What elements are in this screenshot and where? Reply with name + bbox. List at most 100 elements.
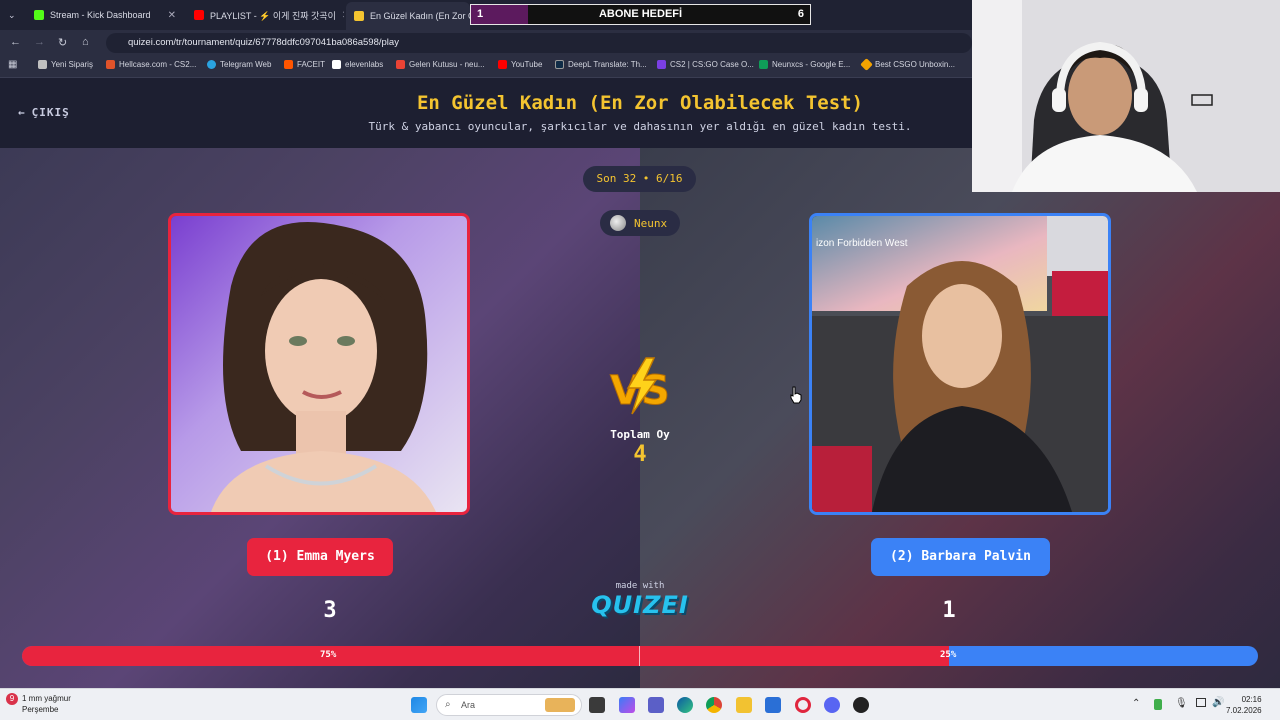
bookmark[interactable]: elevenlabs — [332, 60, 383, 69]
webcam-overlay — [972, 0, 1280, 192]
sheets-icon — [759, 60, 768, 69]
start-icon[interactable] — [411, 697, 427, 713]
gmail-icon — [396, 60, 405, 69]
faceit-icon — [284, 60, 293, 69]
host-name: Neunx — [634, 216, 668, 230]
bookmark[interactable]: Neunxcs - Google E... — [759, 60, 850, 69]
bookmark-label: Gelen Kutusu - neu... — [409, 60, 485, 69]
close-icon[interactable]: ✕ — [342, 10, 344, 21]
bookmark[interactable]: Best CSGO Unboxin... — [860, 58, 956, 71]
display-icon[interactable] — [1196, 698, 1206, 707]
emma-myers-photo — [171, 216, 467, 512]
search-placeholder: Ara — [461, 700, 476, 710]
forward-arrow-icon[interactable]: → — [34, 36, 45, 48]
bookmark-label: DeepL Translate: Th... — [568, 60, 647, 69]
tab-kick[interactable]: Stream - Kick Dashboard ✕ — [26, 4, 184, 26]
vote-ratio-bar: 75% 25% — [22, 646, 1258, 666]
bookmark-label: CS2 | CS:GO Case O... — [670, 60, 754, 69]
bookmark[interactable]: CS2 | CS:GO Case O... — [657, 60, 754, 69]
vote-left-button[interactable]: (1) Emma Myers — [247, 538, 393, 576]
tab-youtube[interactable]: PLAYLIST - ⚡ 이게 진짜 갓곡이 ✕ — [186, 4, 344, 26]
bookmark[interactable]: FACEIT — [284, 60, 325, 69]
telegram-icon — [207, 60, 216, 69]
clock-time: 02:16 — [1241, 695, 1262, 704]
bookmark[interactable]: Gelen Kutusu - neu... — [396, 60, 485, 69]
quizei-icon — [354, 11, 364, 21]
tab-label: Stream - Kick Dashboard — [50, 10, 151, 20]
bookmark-label: FACEIT — [297, 60, 326, 69]
candidate-right-image[interactable]: izon Forbidden West — [809, 213, 1111, 515]
bookmark-icon — [106, 60, 115, 69]
discord-icon[interactable] — [824, 697, 840, 713]
bookmark-icon — [38, 60, 47, 69]
chevron-up-icon[interactable]: ⌃ — [1132, 698, 1140, 709]
subscriber-goal-overlay: 1 ABONE HEDEFİ 6 — [470, 4, 811, 25]
reload-icon[interactable]: ↻ — [58, 36, 67, 49]
tab-label: PLAYLIST - ⚡ 이게 진짜 갓곡이 — [210, 10, 336, 21]
volume-icon[interactable]: 🔊 — [1212, 697, 1224, 708]
bookmark[interactable]: YouTube — [498, 60, 542, 69]
goal-label: ABONE HEDEFİ — [598, 8, 683, 20]
deepl-icon — [555, 60, 564, 69]
left-ratio-fill — [22, 646, 949, 666]
edge-icon[interactable] — [677, 697, 693, 713]
streamer-camera — [972, 0, 1280, 192]
weather-day: Perşembe — [22, 705, 59, 714]
bookmark[interactable]: Hellcase.com - CS2... — [106, 60, 196, 69]
tab-quizei[interactable]: En Güzel Kadın (En Zor Olabil — [346, 2, 470, 30]
elevenlabs-icon — [332, 60, 341, 69]
bookmark-label: YouTube — [511, 60, 543, 69]
total-votes-label: Toplam Oy — [610, 428, 670, 441]
vote-right-button[interactable]: (2) Barbara Palvin — [871, 538, 1050, 576]
teams-icon[interactable] — [648, 697, 664, 713]
store-icon[interactable] — [765, 697, 781, 713]
back-arrow-icon[interactable]: ← — [10, 36, 21, 48]
bookmark-icon — [657, 60, 666, 69]
youtube-icon — [194, 10, 204, 20]
youtube-icon — [498, 60, 507, 69]
quizei-logo[interactable]: QUIZEI — [580, 591, 700, 619]
bar-center-divider — [639, 646, 640, 666]
apps-grid-icon[interactable]: ▦ — [8, 59, 17, 70]
weather-temp-badge: 9 — [6, 693, 18, 705]
url-input[interactable]: quizei.com/tr/tournament/quiz/67778ddfc0… — [106, 33, 972, 53]
bookmark-label: Yeni Sipariş — [51, 60, 93, 69]
candidate-left-image[interactable] — [168, 213, 470, 515]
bookmark-label: elevenlabs — [345, 60, 384, 69]
left-percent: 75% — [320, 650, 337, 660]
made-with-label: made with — [615, 581, 665, 591]
microphone-icon[interactable]: 🎙 — [1175, 698, 1188, 709]
goal-target: 6 — [797, 8, 804, 20]
bookmark[interactable]: Yeni Sipariş — [38, 60, 93, 69]
home-icon[interactable]: ⌂ — [82, 36, 89, 48]
barbara-palvin-photo: izon Forbidden West — [812, 216, 1108, 512]
system-clock[interactable]: 02:16 7.02.2026 — [1226, 694, 1262, 716]
search-highlight-icon — [545, 698, 575, 712]
battery-icon[interactable] — [1154, 699, 1162, 710]
taskbar: 9 1 mm yağmur Perşembe ⌕ Ara ⌃ 🎙 🔊 02:16… — [0, 688, 1280, 720]
file-explorer-icon[interactable] — [736, 697, 752, 713]
opera-icon[interactable] — [795, 697, 811, 713]
bookmark-label: Hellcase.com - CS2... — [119, 60, 197, 69]
copilot-icon[interactable] — [619, 697, 635, 713]
task-view-icon[interactable] — [589, 697, 605, 713]
round-badge: Son 32 • 6/16 — [583, 166, 696, 192]
avatar — [610, 215, 626, 231]
bookmark-icon — [860, 58, 873, 71]
close-icon[interactable]: ✕ — [168, 10, 176, 21]
bookmark[interactable]: DeepL Translate: Th... — [555, 60, 647, 69]
bookmark-label: Telegram Web — [220, 60, 272, 69]
chrome-icon[interactable] — [706, 697, 722, 713]
search-icon: ⌕ — [445, 699, 451, 710]
steam-icon[interactable] — [853, 697, 869, 713]
vs-icon: VS — [610, 357, 670, 415]
bookmark[interactable]: Telegram Web — [207, 60, 271, 69]
host-badge: Neunx — [600, 210, 680, 236]
kick-icon — [34, 10, 44, 20]
tab-menu-button[interactable]: ⌄ — [0, 4, 24, 26]
right-percent: 25% — [940, 650, 957, 660]
bookmark-label: Best CSGO Unboxin... — [875, 60, 956, 69]
hand-cursor-icon — [790, 386, 802, 404]
bookmark-label: Neunxcs - Google E... — [772, 60, 851, 69]
taskbar-search-input[interactable]: ⌕ Ara — [436, 694, 582, 716]
